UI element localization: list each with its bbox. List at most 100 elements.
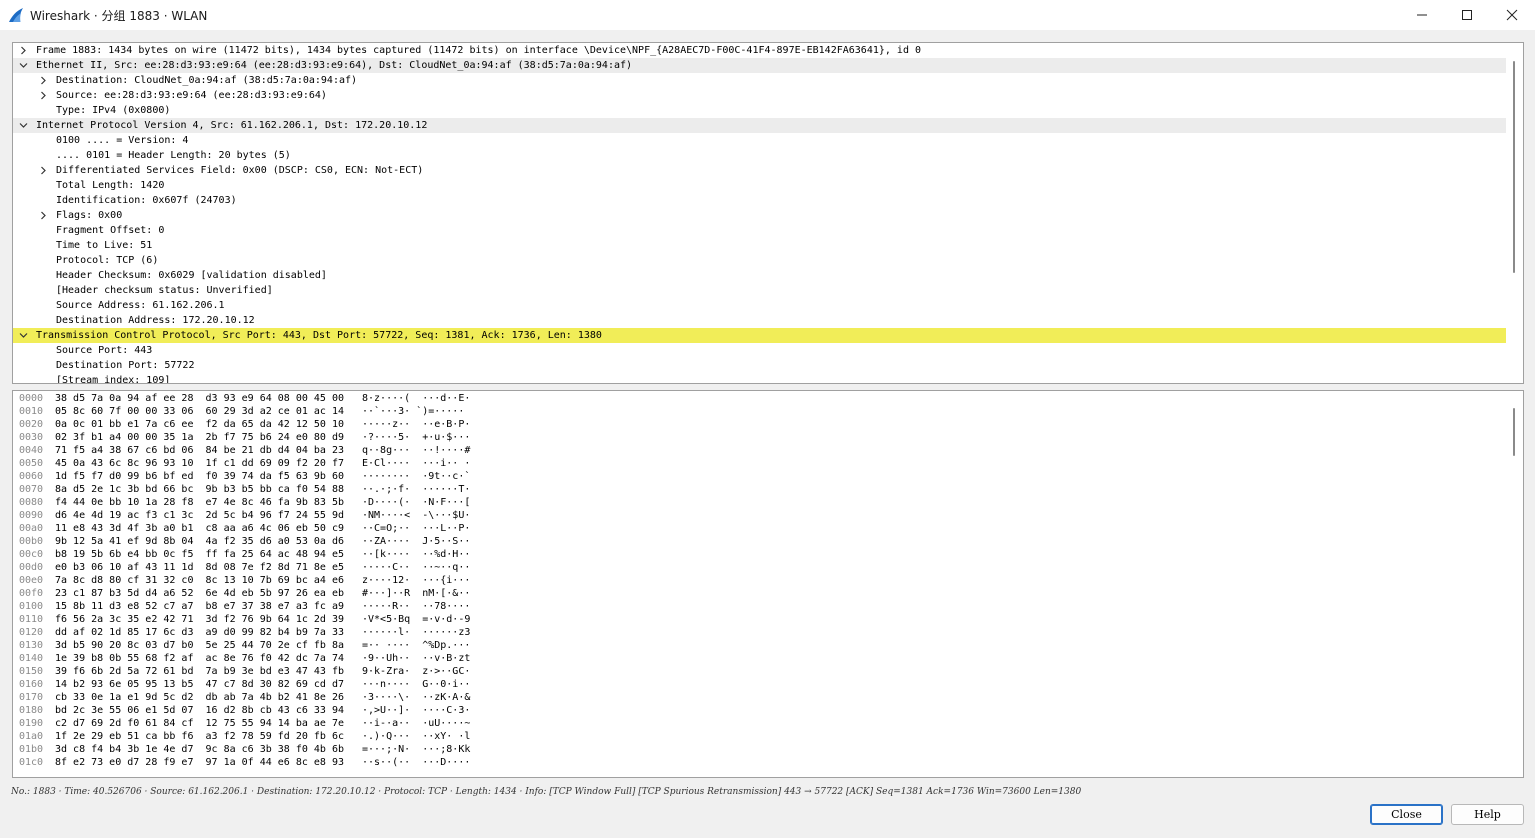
bytes-ascii: ·D····(· ·N·F···[ — [362, 497, 471, 508]
bytes-ascii: ··[k···· ··%d·H·· — [362, 549, 471, 560]
tree-row[interactable]: Fragment Offset: 0 — [13, 223, 1507, 238]
bytes-ascii: E·Cl···· ···i·· · — [362, 458, 471, 469]
bytes-offset: 0000 — [19, 393, 44, 404]
tree-row-label: .... 0101 = Header Length: 20 bytes (5) — [56, 150, 291, 161]
bytes-ascii: ·V*<5·Bq =·v·d·-9 — [362, 614, 471, 625]
bytes-offset: 0080 — [19, 497, 44, 508]
help-button[interactable]: Help — [1451, 804, 1524, 825]
bytes-offset: 0040 — [19, 445, 44, 456]
bytes-hex: 05 8c 60 7f 00 00 33 06 60 29 3d a2 ce 0… — [55, 406, 344, 417]
packet-bytes-pane[interactable]: 0000 38 d5 7a 0a 94 af ee 28 d3 93 e9 64 … — [12, 390, 1524, 778]
bytes-hex: 23 c1 87 b3 5d d4 a6 52 6e 4d eb 5b 97 2… — [55, 588, 344, 599]
bytes-ascii: ·9··Uh·· ··v·B·zt — [362, 653, 471, 664]
tree-row-label: [Stream index: 109] — [56, 375, 171, 384]
bytes-hex: b8 19 5b 6b e4 bb 0c f5 ff fa 25 64 ac 4… — [55, 549, 344, 560]
bytes-scrollbar-thumb[interactable] — [1513, 408, 1515, 456]
tree-row[interactable]: .... 0101 = Header Length: 20 bytes (5) — [13, 148, 1507, 163]
tree-row-label: Fragment Offset: 0 — [56, 225, 165, 236]
tree-row-label: Source Port: 443 — [56, 345, 153, 356]
bytes-ascii: =···;·N· ···;8·Kk — [362, 744, 471, 755]
tree-row[interactable]: Ethernet II, Src: ee:28:d3:93:e9:64 (ee:… — [13, 58, 1507, 73]
tree-row[interactable]: Internet Protocol Version 4, Src: 61.162… — [13, 118, 1507, 133]
chevron-down-icon[interactable] — [19, 121, 28, 130]
bytes-hex: 02 3f b1 a4 00 00 35 1a 2b f7 75 b6 24 e… — [55, 432, 344, 443]
tree-row[interactable]: Header Checksum: 0x6029 [validation disa… — [13, 268, 1507, 283]
tree-row-label: Protocol: TCP (6) — [56, 255, 159, 266]
chevron-right-icon[interactable] — [39, 91, 48, 100]
bytes-offset: 01a0 — [19, 731, 44, 742]
chevron-right-icon[interactable] — [39, 76, 48, 85]
tree-row[interactable]: Identification: 0x607f (24703) — [13, 193, 1507, 208]
bytes-hex: 9b 12 5a 41 ef 9d 8b 04 4a f2 35 d6 a0 5… — [55, 536, 344, 547]
tree-row[interactable]: [Stream index: 109] — [13, 373, 1507, 384]
tree-row[interactable]: Transmission Control Protocol, Src Port:… — [13, 328, 1507, 343]
bytes-ascii: ·,>U··]· ····C·3· — [362, 705, 471, 716]
packet-detail-window: Wireshark · 分组 1883 · WLAN Frame 1883: 1… — [0, 0, 1535, 838]
tree-row[interactable]: [Header checksum status: Unverified] — [13, 283, 1507, 298]
bytes-hex: 3d c8 f4 b4 3b 1e 4e d7 9c 8a c6 3b 38 f… — [55, 744, 344, 755]
bytes-offset: 01b0 — [19, 744, 44, 755]
bytes-ascii: ·?····5· +·u·$··· — [362, 432, 471, 443]
bytes-offset: 00d0 — [19, 562, 44, 573]
tree-row[interactable]: Differentiated Services Field: 0x00 (DSC… — [13, 163, 1507, 178]
tree-row[interactable]: Source Address: 61.162.206.1 — [13, 298, 1507, 313]
tree-row[interactable]: Total Length: 1420 — [13, 178, 1507, 193]
bytes-offset: 0150 — [19, 666, 44, 677]
tree-row[interactable]: Destination Port: 57722 — [13, 358, 1507, 373]
tree-row[interactable]: Protocol: TCP (6) — [13, 253, 1507, 268]
tree-row[interactable]: Source: ee:28:d3:93:e9:64 (ee:28:d3:93:e… — [13, 88, 1507, 103]
tree-row[interactable]: 0100 .... = Version: 4 — [13, 133, 1507, 148]
tree-row-label: Destination Port: 57722 — [56, 360, 195, 371]
bytes-hex: 0a 0c 01 bb e1 7a c6 ee f2 da 65 da 42 1… — [55, 419, 344, 430]
bytes-ascii: ··i-·a·· ·uU····~ — [362, 718, 471, 729]
bytes-scrollbar[interactable] — [1506, 391, 1523, 777]
bytes-offset: 0070 — [19, 484, 44, 495]
tree-row[interactable]: Time to Live: 51 — [13, 238, 1507, 253]
bytes-hex: 45 0a 43 6c 8c 96 93 10 1f c1 dd 69 09 f… — [55, 458, 344, 469]
bytes-ascii: ········ ·9t··c·` — [362, 471, 471, 482]
tree-scrollbar-thumb[interactable] — [1513, 61, 1515, 273]
tree-row-label: [Header checksum status: Unverified] — [56, 285, 273, 296]
maximize-button[interactable] — [1444, 0, 1490, 30]
wireshark-fin-icon — [9, 8, 23, 22]
bytes-ascii: 8·z····( ···d··E· — [362, 393, 471, 404]
tree-row[interactable]: Source Port: 443 — [13, 343, 1507, 358]
bytes-hex: 1f 2e 29 eb 51 ca bb f6 a3 f2 78 59 fd 2… — [55, 731, 344, 742]
tree-row[interactable]: Flags: 0x00 — [13, 208, 1507, 223]
bytes-ascii: ·····R·· ··78···· — [362, 601, 471, 612]
minimize-button[interactable] — [1399, 0, 1445, 30]
tree-row-label: Flags: 0x00 — [56, 210, 123, 221]
chevron-right-icon[interactable] — [39, 211, 48, 220]
tree-row[interactable]: Destination Address: 172.20.10.12 — [13, 313, 1507, 328]
packet-details-tree[interactable]: Frame 1883: 1434 bytes on wire (11472 bi… — [12, 42, 1524, 384]
bytes-hex: dd af 02 1d 85 17 6c d3 a9 d0 99 82 b4 b… — [55, 627, 344, 638]
minimize-icon — [1417, 14, 1427, 16]
chevron-down-icon[interactable] — [19, 61, 28, 70]
tree-row[interactable]: Frame 1883: 1434 bytes on wire (11472 bi… — [13, 43, 1507, 58]
tree-row-label: Type: IPv4 (0x0800) — [56, 105, 171, 116]
tree-row-label: Time to Live: 51 — [56, 240, 153, 251]
bytes-ascii: ·····z·· ··e·B·P· — [362, 419, 471, 430]
close-button[interactable]: Close — [1370, 804, 1443, 825]
chevron-right-icon[interactable] — [39, 166, 48, 175]
bytes-hex: 14 b2 93 6e 05 95 13 b5 47 c7 8d 30 82 6… — [55, 679, 344, 690]
bytes-ascii: #···]··R nM·[·&·· — [362, 588, 471, 599]
tree-scrollbar[interactable] — [1506, 43, 1523, 383]
chevron-right-icon[interactable] — [19, 46, 28, 55]
bytes-hex: 71 f5 a4 38 67 c6 bd 06 84 be 21 db d4 0… — [55, 445, 344, 456]
chevron-down-icon[interactable] — [19, 331, 28, 340]
close-window-button[interactable] — [1489, 0, 1535, 30]
bytes-offset: 01c0 — [19, 757, 44, 768]
tree-row-label: Transmission Control Protocol, Src Port:… — [36, 330, 602, 341]
tree-row-label: 0100 .... = Version: 4 — [56, 135, 189, 146]
bytes-ascii: ··`···3· `)=····· — [362, 406, 465, 417]
tree-row[interactable]: Destination: CloudNet_0a:94:af (38:d5:7a… — [13, 73, 1507, 88]
bytes-offset: 00c0 — [19, 549, 44, 560]
tree-row-label: Source: ee:28:d3:93:e9:64 (ee:28:d3:93:e… — [56, 90, 327, 101]
bytes-hex: d6 4e 4d 19 ac f3 c1 3c 2d 5c b4 96 f7 2… — [55, 510, 344, 521]
bytes-hex: 8f e2 73 e0 d7 28 f9 e7 97 1a 0f 44 e6 8… — [55, 757, 344, 768]
bytes-offset: 0030 — [19, 432, 44, 443]
bytes-ascii: ·····C·· ··~··q·· — [362, 562, 471, 573]
title-bar[interactable]: Wireshark · 分组 1883 · WLAN — [0, 0, 1535, 30]
tree-row[interactable]: Type: IPv4 (0x0800) — [13, 103, 1507, 118]
